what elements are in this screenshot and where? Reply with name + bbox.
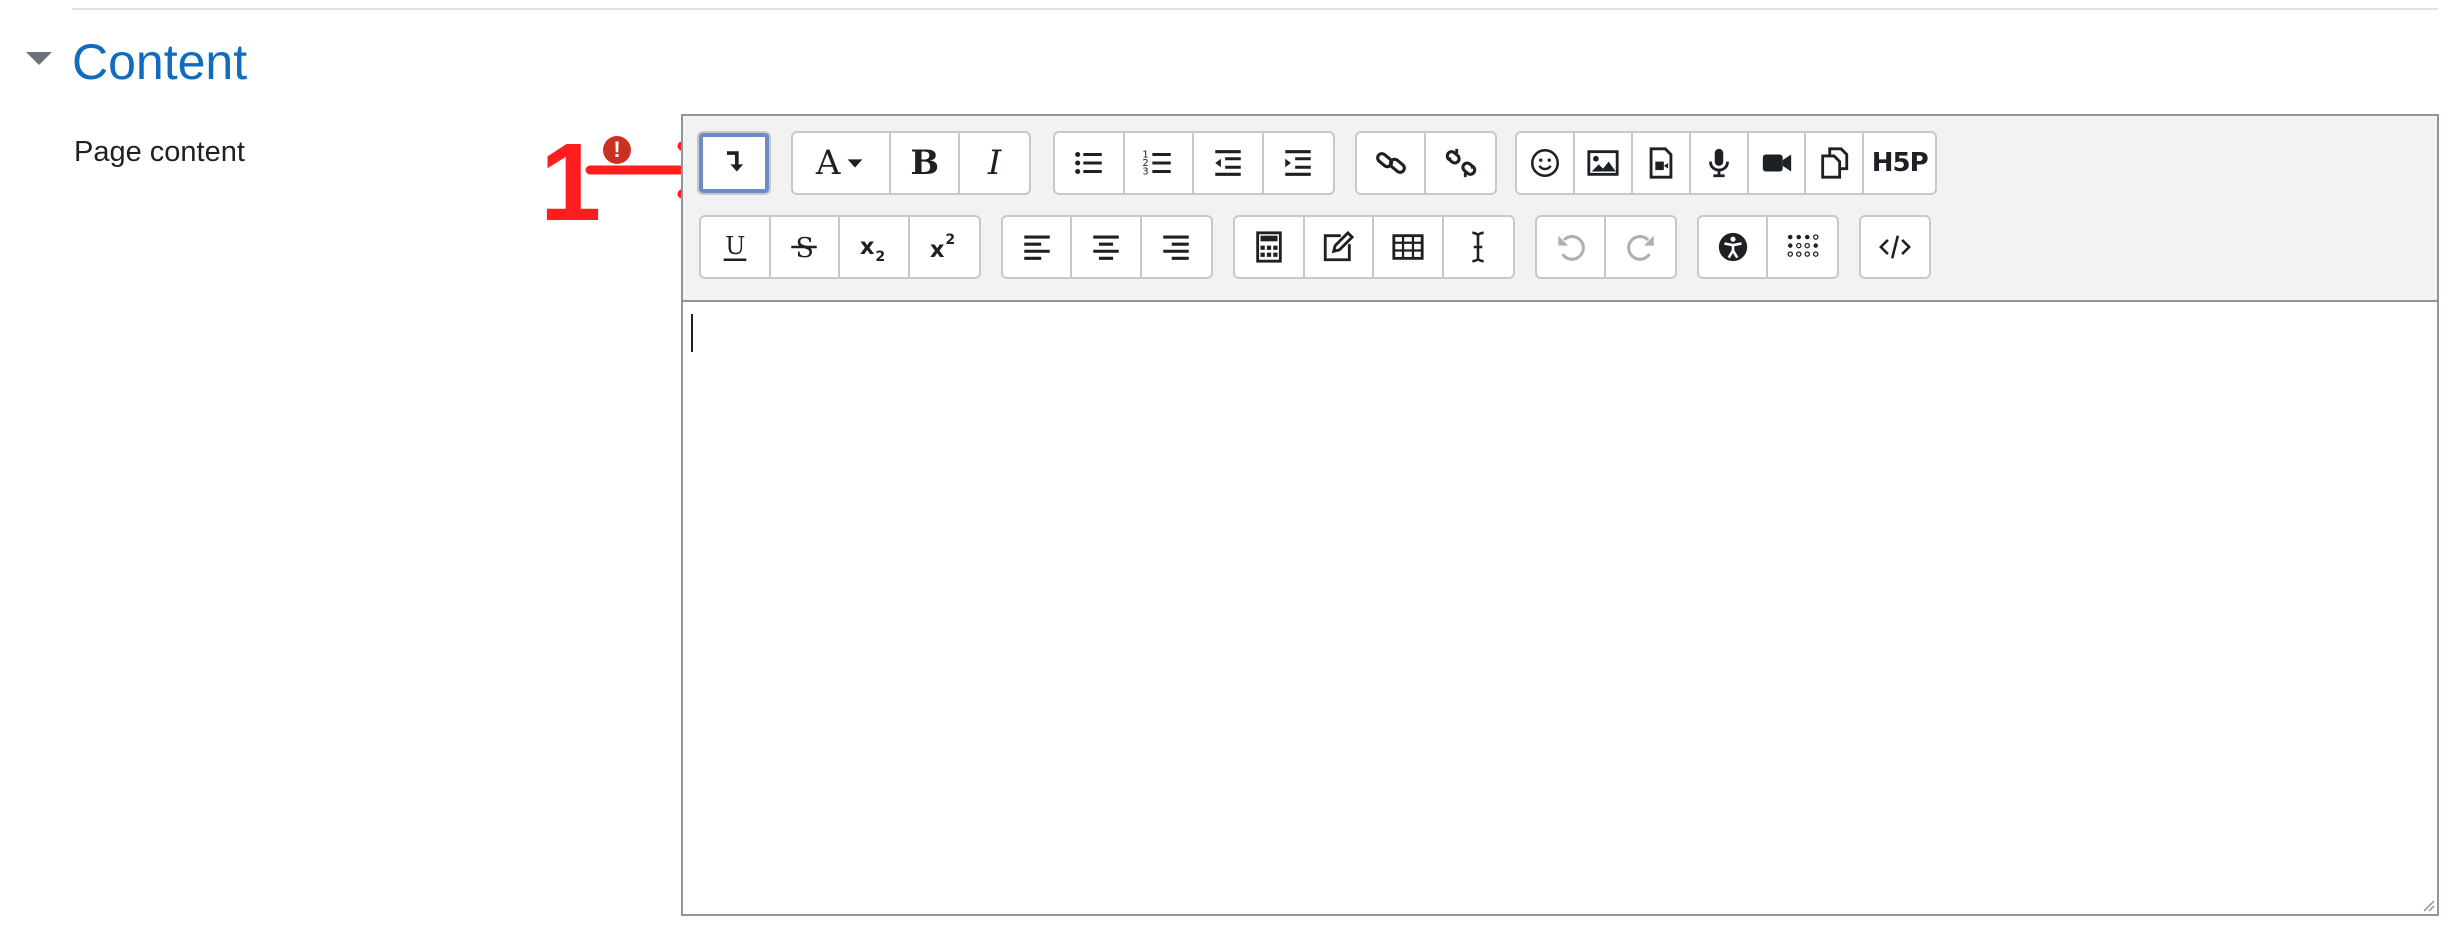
svg-text:3: 3 [1143,166,1149,177]
numbered-list-icon: 123 [1143,149,1171,177]
align-right-icon [1163,235,1190,260]
align-left-icon [1023,235,1050,260]
svg-text:2: 2 [875,249,885,264]
superscript-button[interactable]: x2 [910,217,979,277]
unlink-button[interactable] [1426,133,1495,193]
unlink-icon [1445,148,1476,178]
calculator-icon [1256,231,1282,263]
accessibility-icon [1718,232,1747,262]
clear-formatting-button[interactable] [1444,217,1513,277]
record-video-button[interactable] [1749,133,1807,193]
align-center-icon [1093,235,1119,260]
superscript-icon: x2 [930,232,956,263]
image-button[interactable] [1575,133,1633,193]
manage-files-button[interactable] [1806,133,1865,193]
field-label: Page content [74,136,245,168]
undo-button[interactable] [1537,217,1607,277]
svg-text:S: S [796,233,814,264]
underline-icon: U [723,232,747,262]
svg-text:U: U [725,232,745,260]
align-left-button[interactable] [1003,217,1073,277]
svg-text:2: 2 [946,232,956,248]
redo-button[interactable] [1606,217,1675,277]
section-title[interactable]: Content [72,30,247,94]
h5p-button[interactable]: H5P [1864,133,1935,193]
toolbar-group-other [1859,215,1931,279]
media-button[interactable] [1633,133,1691,193]
outdent-button[interactable] [1194,133,1264,193]
braille-icon [1786,234,1819,257]
subscript-button[interactable]: x2 [840,217,910,277]
microphone-icon [1708,148,1729,178]
toolbar-group-accessibility [1697,215,1839,279]
italic-button[interactable]: I [960,133,1029,193]
text-cursor-icon [1472,231,1484,263]
ordered-list-button[interactable]: 123 [1125,133,1194,193]
align-right-button[interactable] [1142,217,1211,277]
toolbar-group-collapse [697,131,771,195]
screenreader-helper-button[interactable] [1768,217,1837,277]
smiley-icon [1530,148,1559,178]
section-divider [72,8,2438,10]
font-style-icon: A [815,143,841,183]
toolbar-group-list: 123 [1053,131,1335,195]
strikethrough-icon: S [791,233,817,264]
underline-button[interactable]: U [701,217,771,277]
accessibility-checker-button[interactable] [1699,217,1769,277]
dropdown-arrow-icon [848,159,863,168]
files-icon [1821,147,1849,179]
editor-toolbar: A B I 123 H5P U S x 2 x 2 [683,116,2437,302]
link-icon [1375,152,1406,174]
paragraph-styles-button[interactable]: A [793,133,892,193]
svg-text:x: x [860,234,875,260]
unordered-list-button[interactable] [1055,133,1125,193]
toolbar-group-insert [1233,215,1515,279]
svg-text:x: x [930,237,945,263]
text-caret [691,314,693,352]
table-button[interactable] [1374,217,1444,277]
toolbar-group-style: A B I [791,131,1031,195]
bullet-list-icon [1074,151,1102,175]
resize-handle-icon[interactable] [2419,896,2435,912]
strikethrough-button[interactable]: S [771,217,840,277]
align-center-button[interactable] [1072,217,1142,277]
toolbar-group-files: H5P [1515,131,1937,195]
indent-icon [1285,150,1311,176]
equation-button[interactable] [1235,217,1305,277]
record-audio-button[interactable] [1691,133,1749,193]
redo-icon [1626,235,1654,261]
h5p-icon: H5P [1871,148,1929,178]
media-file-icon [1649,147,1673,179]
show-more-icon [726,151,744,172]
code-icon [1879,235,1911,259]
toolbar-group-align [1001,215,1213,279]
italic-icon: I [987,143,1002,183]
editor-content-area[interactable] [683,302,2437,914]
link-button[interactable] [1357,133,1427,193]
show-more-buttons[interactable] [699,133,769,193]
video-camera-icon [1762,154,1791,172]
html-source-button[interactable] [1861,217,1929,277]
bold-button[interactable]: B [891,133,961,193]
indent-button[interactable] [1264,133,1333,193]
bold-icon: B [910,143,940,183]
toolbar-group-links [1355,131,1497,195]
emoji-button[interactable] [1517,133,1575,193]
image-icon [1587,150,1619,176]
rich-text-editor: A B I 123 H5P U S x 2 x 2 [681,114,2439,916]
toolbar-group-undo [1535,215,1677,279]
undo-icon [1557,235,1585,261]
subscript-icon: x2 [860,234,885,264]
toolbar-group-style2: U S x2 x2 [699,215,981,279]
pencil-square-icon [1324,230,1355,262]
collapse-caret-icon[interactable] [26,52,52,65]
table-icon [1392,234,1424,260]
special-character-button[interactable] [1305,217,1374,277]
outdent-icon [1215,150,1241,176]
